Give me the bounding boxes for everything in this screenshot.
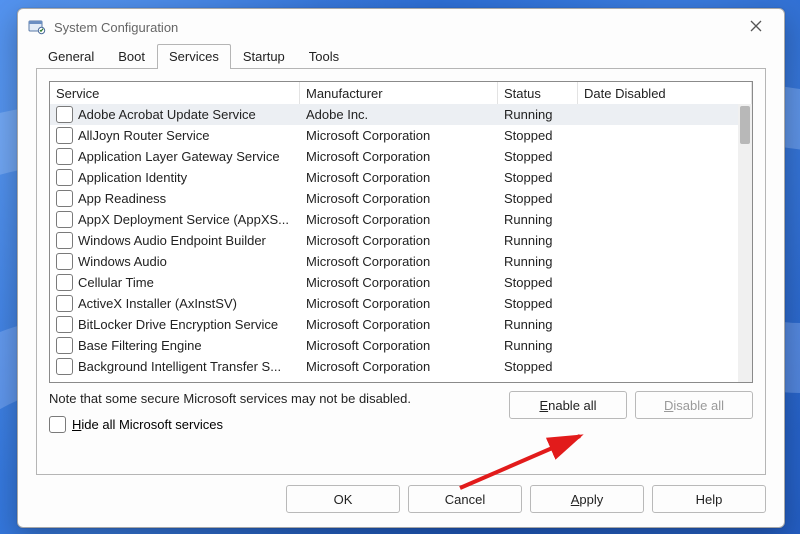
- row-checkbox[interactable]: [56, 295, 73, 312]
- col-header-status[interactable]: Status: [498, 82, 578, 104]
- apply-button[interactable]: Apply: [530, 485, 644, 513]
- status: Stopped: [498, 275, 578, 290]
- manufacturer: Microsoft Corporation: [300, 191, 498, 206]
- status: Running: [498, 254, 578, 269]
- table-row[interactable]: AppX Deployment Service (AppXS... Microso…: [50, 209, 738, 230]
- table-row[interactable]: Adobe Acrobat Update Service Adobe Inc.Ru…: [50, 104, 738, 125]
- service-name: ActiveX Installer (AxInstSV): [78, 296, 237, 311]
- services-list: Service Manufacturer Status Date Disable…: [49, 81, 753, 383]
- row-checkbox[interactable]: [56, 127, 73, 144]
- row-checkbox[interactable]: [56, 148, 73, 165]
- tab-boot[interactable]: Boot: [106, 44, 157, 69]
- row-checkbox[interactable]: [56, 211, 73, 228]
- status: Running: [498, 338, 578, 353]
- row-checkbox[interactable]: [56, 274, 73, 291]
- services-tab-panel: Service Manufacturer Status Date Disable…: [36, 68, 766, 475]
- status: Stopped: [498, 296, 578, 311]
- row-checkbox[interactable]: [56, 232, 73, 249]
- table-row[interactable]: Application Identity Microsoft Corporatio…: [50, 167, 738, 188]
- manufacturer: Microsoft Corporation: [300, 338, 498, 353]
- table-row[interactable]: Application Layer Gateway Service Microso…: [50, 146, 738, 167]
- status: Stopped: [498, 170, 578, 185]
- hide-microsoft-checkbox[interactable]: Hide all Microsoft services: [49, 416, 509, 433]
- col-header-service[interactable]: Service: [50, 82, 300, 104]
- scrollbar-vertical[interactable]: [738, 104, 752, 382]
- checkbox-icon: [49, 416, 66, 433]
- row-checkbox[interactable]: [56, 358, 73, 375]
- help-button[interactable]: Help: [652, 485, 766, 513]
- table-row[interactable]: BitLocker Drive Encryption Service Micros…: [50, 314, 738, 335]
- status: Running: [498, 317, 578, 332]
- window-title: System Configuration: [54, 20, 178, 35]
- list-body: Adobe Acrobat Update ServiceAdobe Inc.Ru…: [50, 104, 738, 382]
- note-text: Note that some secure Microsoft services…: [49, 391, 509, 406]
- titlebar[interactable]: System Configuration: [18, 9, 784, 45]
- service-name: Base Filtering Engine: [78, 338, 202, 353]
- service-name: Windows Audio: [78, 254, 167, 269]
- row-checkbox[interactable]: [56, 253, 73, 270]
- tab-general[interactable]: General: [36, 44, 106, 69]
- status: Running: [498, 212, 578, 227]
- manufacturer: Microsoft Corporation: [300, 128, 498, 143]
- close-button[interactable]: [734, 12, 778, 42]
- tab-services[interactable]: Services: [157, 44, 231, 69]
- tab-startup[interactable]: Startup: [231, 44, 297, 69]
- ok-button[interactable]: OK: [286, 485, 400, 513]
- manufacturer: Microsoft Corporation: [300, 212, 498, 227]
- table-row[interactable]: Base Filtering Engine Microsoft Corporati…: [50, 335, 738, 356]
- app-icon: [28, 18, 46, 36]
- table-row[interactable]: Windows Audio Endpoint Builder Microsoft …: [50, 230, 738, 251]
- service-name: Windows Audio Endpoint Builder: [78, 233, 266, 248]
- manufacturer: Microsoft Corporation: [300, 317, 498, 332]
- tab-tools[interactable]: Tools: [297, 44, 351, 69]
- manufacturer: Adobe Inc.: [300, 107, 498, 122]
- disable-all-button[interactable]: Disable all: [635, 391, 753, 419]
- scrollbar-thumb[interactable]: [740, 106, 750, 144]
- table-row[interactable]: Background Intelligent Transfer S... Micr…: [50, 356, 738, 377]
- status: Stopped: [498, 128, 578, 143]
- tab-bar: GeneralBootServicesStartupTools: [18, 43, 784, 68]
- status: Running: [498, 107, 578, 122]
- close-icon: [750, 19, 762, 35]
- table-row[interactable]: ActiveX Installer (AxInstSV) Microsoft Co…: [50, 293, 738, 314]
- service-name: Application Layer Gateway Service: [78, 149, 280, 164]
- manufacturer: Microsoft Corporation: [300, 359, 498, 374]
- row-checkbox[interactable]: [56, 169, 73, 186]
- manufacturer: Microsoft Corporation: [300, 170, 498, 185]
- status: Running: [498, 233, 578, 248]
- status: Stopped: [498, 191, 578, 206]
- manufacturer: Microsoft Corporation: [300, 254, 498, 269]
- row-checkbox[interactable]: [56, 190, 73, 207]
- enable-all-button[interactable]: Enable all: [509, 391, 627, 419]
- cancel-button[interactable]: Cancel: [408, 485, 522, 513]
- row-checkbox[interactable]: [56, 337, 73, 354]
- table-row[interactable]: Cellular Time Microsoft CorporationStoppe…: [50, 272, 738, 293]
- service-name: Cellular Time: [78, 275, 154, 290]
- service-name: Background Intelligent Transfer S...: [78, 359, 281, 374]
- table-row[interactable]: App Readiness Microsoft CorporationStoppe…: [50, 188, 738, 209]
- row-checkbox[interactable]: [56, 106, 73, 123]
- service-name: AllJoyn Router Service: [78, 128, 210, 143]
- row-checkbox[interactable]: [56, 316, 73, 333]
- manufacturer: Microsoft Corporation: [300, 149, 498, 164]
- table-row[interactable]: Windows Audio Microsoft CorporationRunnin…: [50, 251, 738, 272]
- manufacturer: Microsoft Corporation: [300, 275, 498, 290]
- status: Stopped: [498, 359, 578, 374]
- status: Stopped: [498, 149, 578, 164]
- col-header-date-disabled[interactable]: Date Disabled: [578, 82, 752, 104]
- table-row[interactable]: AllJoyn Router Service Microsoft Corporat…: [50, 125, 738, 146]
- service-name: Application Identity: [78, 170, 187, 185]
- dialog-footer: OK Cancel Apply Help: [18, 485, 784, 527]
- col-header-manufacturer[interactable]: Manufacturer: [300, 82, 498, 104]
- system-configuration-dialog: System Configuration GeneralBootServices…: [17, 8, 785, 528]
- service-name: AppX Deployment Service (AppXS...: [78, 212, 289, 227]
- list-header: Service Manufacturer Status Date Disable…: [50, 82, 752, 105]
- service-name: BitLocker Drive Encryption Service: [78, 317, 278, 332]
- service-name: Adobe Acrobat Update Service: [78, 107, 256, 122]
- manufacturer: Microsoft Corporation: [300, 233, 498, 248]
- service-name: App Readiness: [78, 191, 166, 206]
- manufacturer: Microsoft Corporation: [300, 296, 498, 311]
